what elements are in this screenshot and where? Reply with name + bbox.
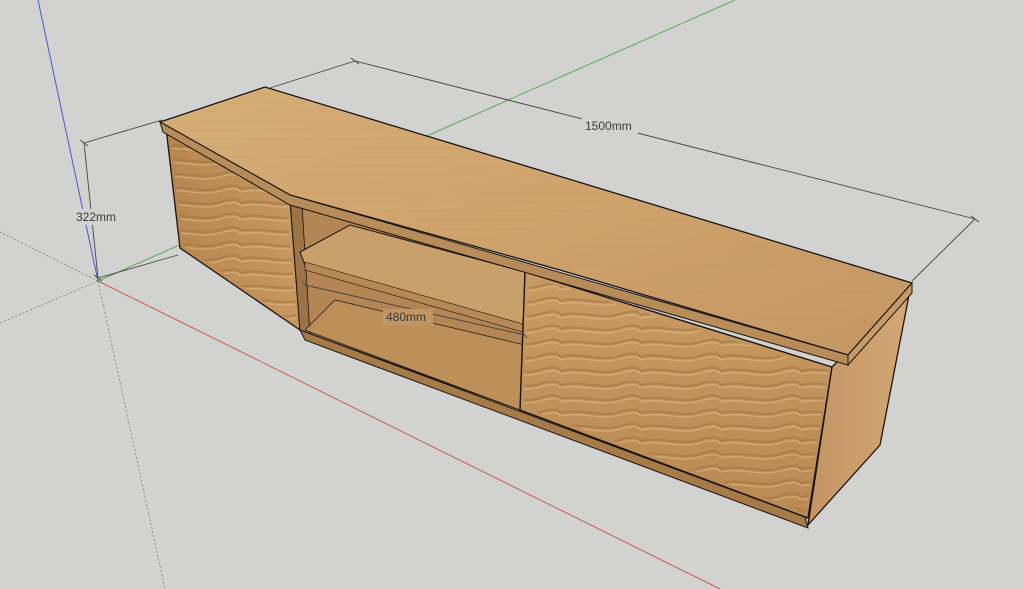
- axis-green-negative: [0, 280, 99, 324]
- axis-blue-negative: [97, 280, 166, 589]
- model-scene: 1500mm 322mm 480mm: [0, 0, 980, 589]
- dimension-width-label[interactable]: 1500mm: [585, 119, 632, 133]
- axis-blue: [37, 0, 99, 282]
- dimension-depth-label[interactable]: 480mm: [386, 310, 426, 324]
- sketchup-viewport[interactable]: 1500mm 322mm 480mm: [0, 0, 1024, 589]
- dimension-height-label[interactable]: 322mm: [76, 210, 116, 224]
- dimension-height[interactable]: [79, 119, 179, 282]
- tv-cabinet[interactable]: [158, 86, 914, 529]
- axis-red-negative: [0, 231, 99, 282]
